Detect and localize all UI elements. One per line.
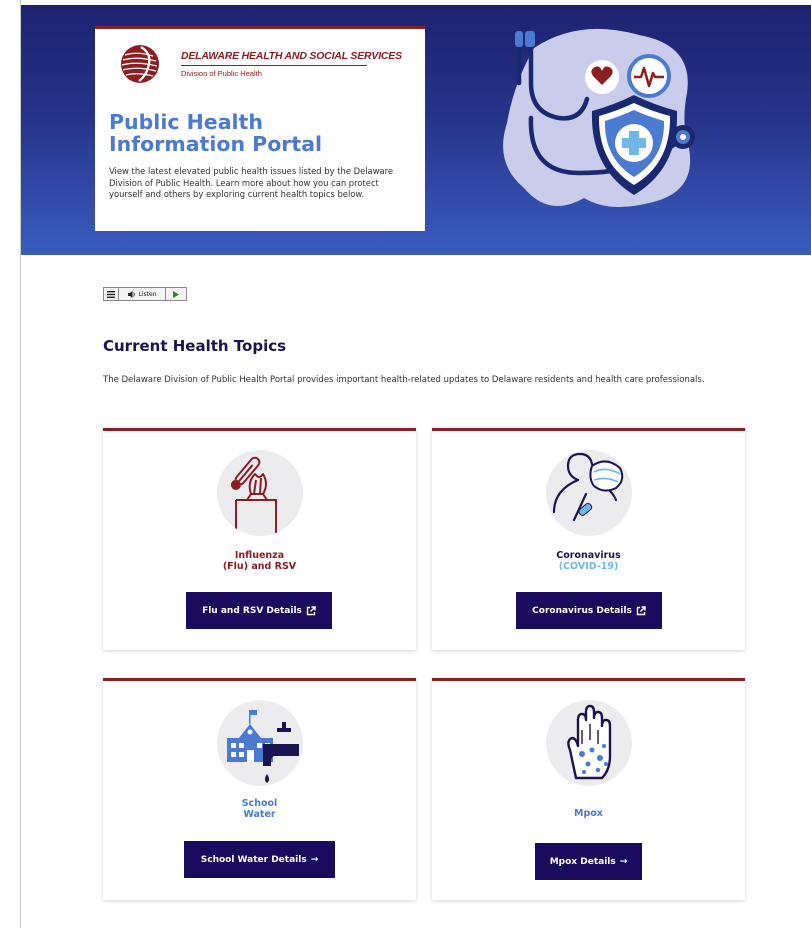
card-title-line2: Water: [243, 809, 276, 820]
card-title-line1: Coronavirus: [556, 550, 621, 561]
hero-description: View the latest elevated public health i…: [109, 166, 394, 200]
button-label: Mpox Details: [549, 856, 616, 867]
card-title-line2: (Flu) and RSV: [222, 561, 297, 572]
section-title: Current Health Topics: [103, 337, 287, 355]
agency-name: DELAWARE HEALTH AND SOCIAL SERVICES: [181, 50, 402, 62]
card-title-line1: Mpox: [574, 808, 603, 819]
external-link-icon: [306, 605, 316, 615]
menu-button[interactable]: [104, 288, 119, 300]
page-title: Public Health Information Portal: [109, 111, 409, 155]
play-button[interactable]: [166, 288, 186, 300]
agency-division: Division of Public Health: [181, 69, 262, 78]
medical-shield-illustration-icon: [503, 28, 695, 208]
card-title: Coronavirus (COVID-19): [432, 550, 745, 572]
topic-card-coronavirus: Coronavirus (COVID-19) Coronavirus Detai…: [432, 428, 745, 650]
topic-card-school-water: School Water School Water Details →: [103, 678, 416, 900]
mpox-details-button[interactable]: Mpox Details →: [535, 843, 642, 880]
agency-divider: [181, 65, 367, 66]
school-faucet-icon: [217, 700, 303, 786]
speaker-icon: [127, 290, 135, 298]
coronavirus-details-button[interactable]: Coronavirus Details: [516, 592, 662, 629]
play-icon: [173, 290, 179, 298]
hand-rash-icon: [546, 700, 632, 786]
card-title: Influenza (Flu) and RSV: [103, 550, 416, 572]
dhss-logo-icon: [121, 45, 159, 83]
topic-card-flu: Influenza (Flu) and RSV Flu and RSV Deta…: [103, 428, 416, 650]
menu-icon: [107, 290, 115, 298]
card-title-line1: Influenza: [234, 550, 285, 561]
flu-rsv-details-button[interactable]: Flu and RSV Details: [186, 592, 332, 629]
arrow-right-icon: →: [619, 856, 628, 867]
button-label: School Water Details: [200, 854, 307, 865]
thermometer-tissue-icon: [217, 450, 303, 536]
topic-card-mpox: Mpox Mpox Details →: [432, 678, 745, 900]
listen-button[interactable]: Listen: [119, 288, 166, 300]
hero-banner: DELAWARE HEALTH AND SOCIAL SERVICES Divi…: [21, 5, 811, 255]
card-title-line2: (COVID-19): [558, 561, 619, 572]
section-description: The Delaware Division of Public Health P…: [103, 375, 705, 385]
button-label: Flu and RSV Details: [202, 605, 302, 616]
hero-card: DELAWARE HEALTH AND SOCIAL SERVICES Divi…: [95, 26, 425, 231]
page-title-line1: Public Health: [109, 110, 263, 134]
button-label: Coronavirus Details: [532, 605, 632, 616]
school-water-details-button[interactable]: School Water Details →: [184, 841, 335, 878]
read-speaker-toolbar: Listen: [103, 287, 187, 301]
card-title-line1: School: [241, 798, 278, 809]
external-link-icon: [636, 605, 646, 615]
card-title: Mpox: [432, 808, 745, 819]
page-title-line2: Information Portal: [109, 132, 323, 156]
arrow-right-icon: →: [310, 854, 319, 865]
card-title: School Water: [103, 798, 416, 820]
listen-label: Listen: [138, 290, 157, 298]
masked-person-icon: [546, 450, 632, 536]
